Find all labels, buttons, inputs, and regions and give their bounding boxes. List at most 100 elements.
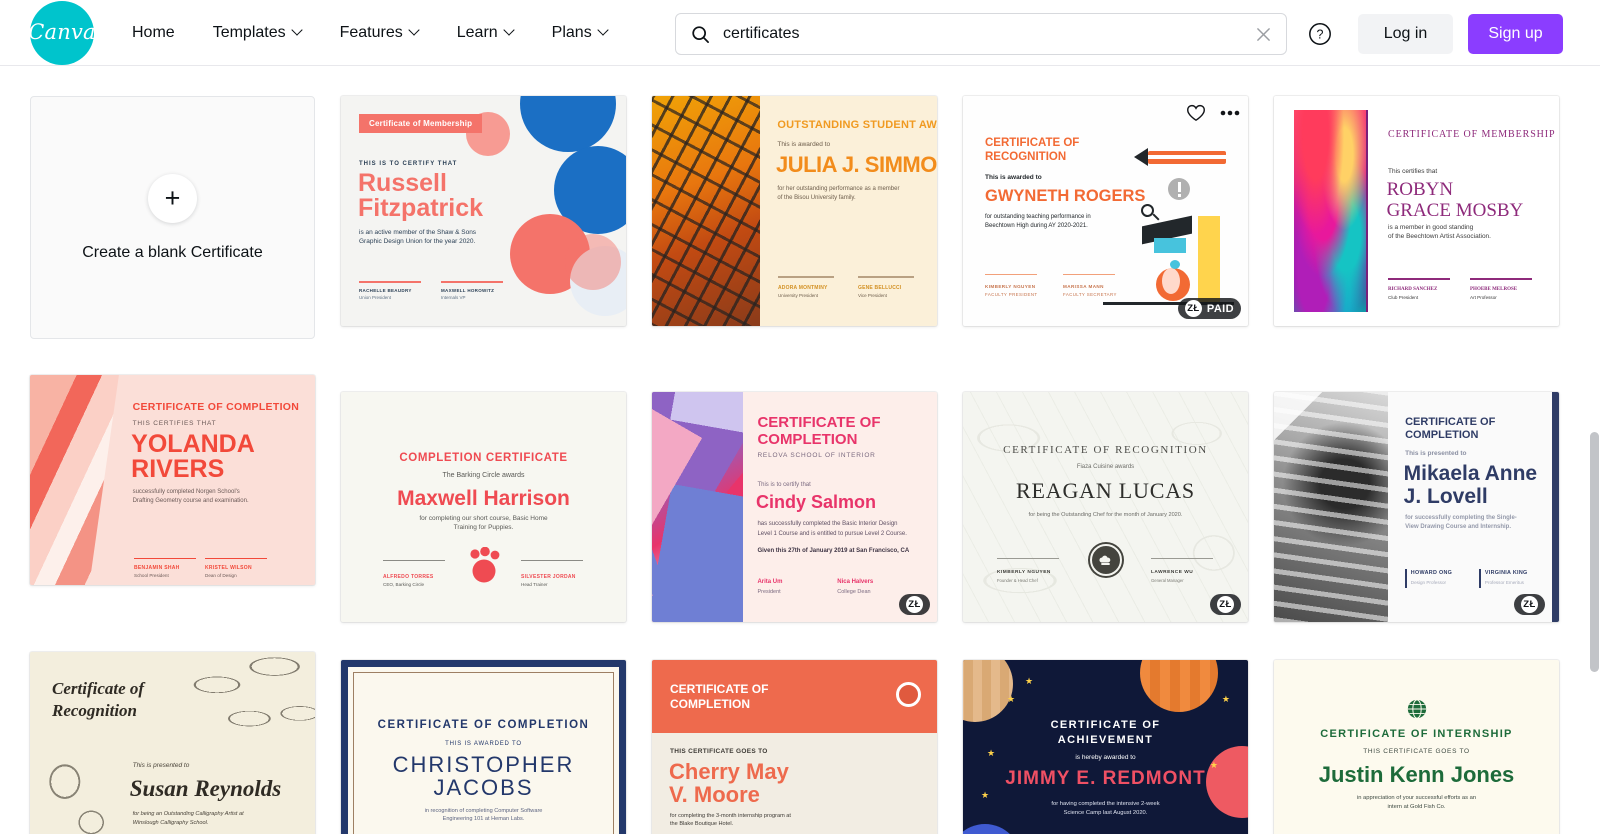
cert-signer-name: LAWRENCE WU	[1151, 570, 1194, 575]
site-header: Canva Home Templates Features Learn Plan…	[0, 0, 1600, 66]
cert-recipient-name: JIMMY E. REDMONT	[1005, 768, 1206, 789]
template-thumbnail[interactable]: COMPLETION CERTIFICATE The Barking Circl…	[341, 392, 626, 622]
cert-description: is a member in good standing of the Beec…	[1388, 224, 1491, 240]
cert-awarded-label: This certifies that	[1388, 168, 1438, 175]
template-thumbnail[interactable]: CERTIFICATE OF MEMBERSHIP This certifies…	[1274, 96, 1559, 326]
template-thumbnail[interactable]: CERTIFICATE OF COMPLETION THIS CERTIFIES…	[30, 375, 315, 585]
scrollbar-thumb[interactable]	[1590, 432, 1599, 672]
nav-item-features[interactable]: Features	[340, 16, 419, 50]
page-scrollbar[interactable]	[1589, 132, 1600, 834]
cert-subheading: RELOVA SCHOOL OF INTERIOR	[757, 452, 876, 459]
cert-signer-role: CEO, Barking Circle	[383, 582, 425, 587]
template-card[interactable]: Certificate of Recognition This is prese…	[30, 652, 315, 834]
cert-description: successfully completed Norgen School's D…	[132, 489, 249, 504]
cert-recipient-name: REAGAN LUCAS	[1016, 478, 1195, 503]
template-card[interactable]: Certificate of Membership THIS IS TO CER…	[341, 96, 626, 339]
more-options-icon[interactable]	[1220, 110, 1240, 116]
login-button[interactable]: Log in	[1358, 14, 1453, 54]
nav-item-templates[interactable]: Templates	[213, 16, 302, 50]
cert-heading: CERTIFICATE OF MEMBERSHIP	[1388, 129, 1556, 140]
cert-description: has successfully completed the Basic Int…	[757, 521, 907, 537]
template-card[interactable]: CERTIFICATE OF MEMBERSHIP This certifies…	[1274, 96, 1559, 339]
template-thumbnail[interactable]: CERTIFICATE OF RECOGNITION Fiaza Cuisine…	[963, 392, 1248, 622]
cert-awarded-label: This is awarded to	[777, 141, 831, 148]
create-blank-tile[interactable]: + Create a blank Certificate	[30, 96, 315, 339]
template-card[interactable]: CERTIFICATE OF COMPLETION THIS CERTIFIES…	[30, 375, 315, 585]
template-card[interactable]: CERTIFICATE OF COMPLETION This is presen…	[1274, 392, 1559, 622]
cert-signer-name: SILVESTER JORDAN	[521, 574, 576, 580]
currency-badge: ZŁ	[1514, 594, 1545, 615]
template-card[interactable]: CERTIFICATE OF RECOGNITION This is award…	[963, 96, 1248, 339]
cert-recipient-name: Cherry May V. Moore	[669, 759, 789, 807]
currency-icon: ZŁ	[1521, 596, 1538, 613]
cert-signer-role: FACULTY PRESIDENT	[985, 292, 1038, 297]
nav-label: Learn	[456, 23, 498, 41]
cert-tag: Certificate of Membership	[359, 114, 483, 133]
currency-icon: ZŁ	[906, 596, 923, 613]
template-thumbnail[interactable]: ★ ★ ★ ★ ★ ★ CERTIFICATE OF ACHIEVEMENT i…	[963, 660, 1248, 834]
cert-awarded-label: THIS CERTIFIES THAT	[132, 420, 217, 427]
cert-signer-name: ADORA MONTMINY	[778, 285, 828, 291]
cert-description: in recognition of completing Computer So…	[424, 808, 543, 822]
cert-heading: CERTIFICATE OF INTERNSHIP	[1320, 728, 1513, 740]
cert-signer-role: Founder & Head Chef	[997, 578, 1038, 583]
cert-signer-name: KIMBERLY NGUYEN	[985, 284, 1036, 289]
cert-recipient-name: CHRISTOPHER JACOBS	[392, 752, 575, 800]
cert-heading: CERTIFICATE OF COMPLETION	[757, 414, 881, 448]
template-thumbnail[interactable]: Certificate of Membership THIS IS TO CER…	[341, 96, 626, 326]
cert-signer-role: Dean of Design	[205, 573, 237, 578]
template-card[interactable]: CERTIFICATE OF COMPLETION RELOVA SCHOOL …	[652, 392, 937, 622]
cert-mosaic-art	[652, 392, 744, 622]
template-thumbnail[interactable]: CERTIFICATE OF COMPLETION THIS IS AWARDE…	[341, 660, 626, 834]
cert-awarded-label: Fiaza Cuisine awards	[1076, 464, 1135, 470]
main-nav: Home Templates Features Learn Plans	[132, 16, 646, 50]
cert-description: for successfully completing the Single- …	[1405, 515, 1517, 530]
template-card[interactable]: COMPLETION CERTIFICATE The Barking Circl…	[341, 392, 626, 622]
globe-icon	[1406, 698, 1428, 725]
cert-heading: CERTIFICATE OF COMPLETION	[670, 682, 769, 711]
cert-signer-role: Union President	[359, 295, 392, 300]
signup-button[interactable]: Sign up	[1468, 14, 1563, 54]
template-thumbnail[interactable]: CERTIFICATE OF RECOGNITION This is award…	[963, 96, 1248, 326]
template-thumbnail[interactable]: OUTSTANDING STUDENT AWARD This is awarde…	[652, 96, 937, 326]
create-blank-card[interactable]: + Create a blank Certificate	[30, 96, 315, 339]
cert-awarded-label: THIS CERTIFICATE GOES TO	[670, 748, 768, 755]
cert-description: for completing our short course, Basic H…	[419, 515, 548, 531]
favorite-heart-icon[interactable]	[1186, 104, 1206, 122]
nav-item-plans[interactable]: Plans	[552, 16, 608, 50]
cert-photo	[1274, 392, 1388, 622]
cert-signer-name: HOWARD ONG	[1410, 570, 1453, 576]
template-thumbnail[interactable]: Certificate of Recognition This is prese…	[30, 652, 315, 834]
cert-signer-role: Design Professor	[1410, 580, 1447, 585]
create-blank-label: Create a blank Certificate	[82, 243, 263, 261]
cert-signer-name: MAXWELL HOROWITZ	[441, 288, 495, 293]
cert-description: in appreciation of your successful effor…	[1356, 795, 1477, 810]
star-icon: ★	[1007, 694, 1016, 704]
template-thumbnail[interactable]: CERTIFICATE OF COMPLETION This is presen…	[1274, 392, 1559, 622]
cert-signer-role: FACULTY SECRETARY	[1063, 292, 1117, 297]
results-row-2: CERTIFICATE OF COMPLETION THIS CERTIFIES…	[30, 375, 1559, 622]
clear-search-icon[interactable]	[1246, 17, 1280, 51]
help-icon[interactable]: ?	[1307, 21, 1333, 47]
cert-recipient-name: Susan Reynolds	[129, 776, 282, 801]
canva-logo[interactable]: Canva	[28, 0, 96, 65]
cert-awarded-label: This is awarded to	[985, 174, 1042, 181]
template-thumbnail[interactable]: CERTIFICATE OF COMPLETION RELOVA SCHOOL …	[652, 392, 937, 622]
cert-awarded-label: The Barking Circle awards	[442, 472, 525, 479]
template-card[interactable]: OUTSTANDING STUDENT AWARD This is awarde…	[652, 96, 937, 339]
chevron-down-icon	[293, 26, 302, 35]
cert-signer-name: KIMBERLY NGUYEN	[997, 570, 1051, 575]
cert-description: for outstanding teaching performance in …	[985, 214, 1091, 229]
cert-signer-role: University President	[778, 293, 819, 298]
template-card[interactable]: CERTIFICATE OF RECOGNITION Fiaza Cuisine…	[963, 392, 1248, 622]
cert-signer-name: ALFREDO TORRES	[383, 574, 434, 580]
search-bar[interactable]	[675, 13, 1287, 55]
currency-icon: ZŁ	[1184, 300, 1202, 317]
results-row-3: Certificate of Recognition This is prese…	[30, 652, 1559, 834]
nav-item-home[interactable]: Home	[132, 16, 175, 50]
template-results-grid: + Create a blank Certificate Certificate…	[0, 66, 1600, 834]
template-thumbnail[interactable]: CERTIFICATE OF COMPLETION THIS CERTIFICA…	[652, 660, 937, 834]
nav-item-learn[interactable]: Learn	[457, 16, 514, 50]
search-input[interactable]	[723, 25, 1246, 43]
template-thumbnail[interactable]: CERTIFICATE OF INTERNSHIP THIS CERTIFICA…	[1274, 660, 1559, 834]
